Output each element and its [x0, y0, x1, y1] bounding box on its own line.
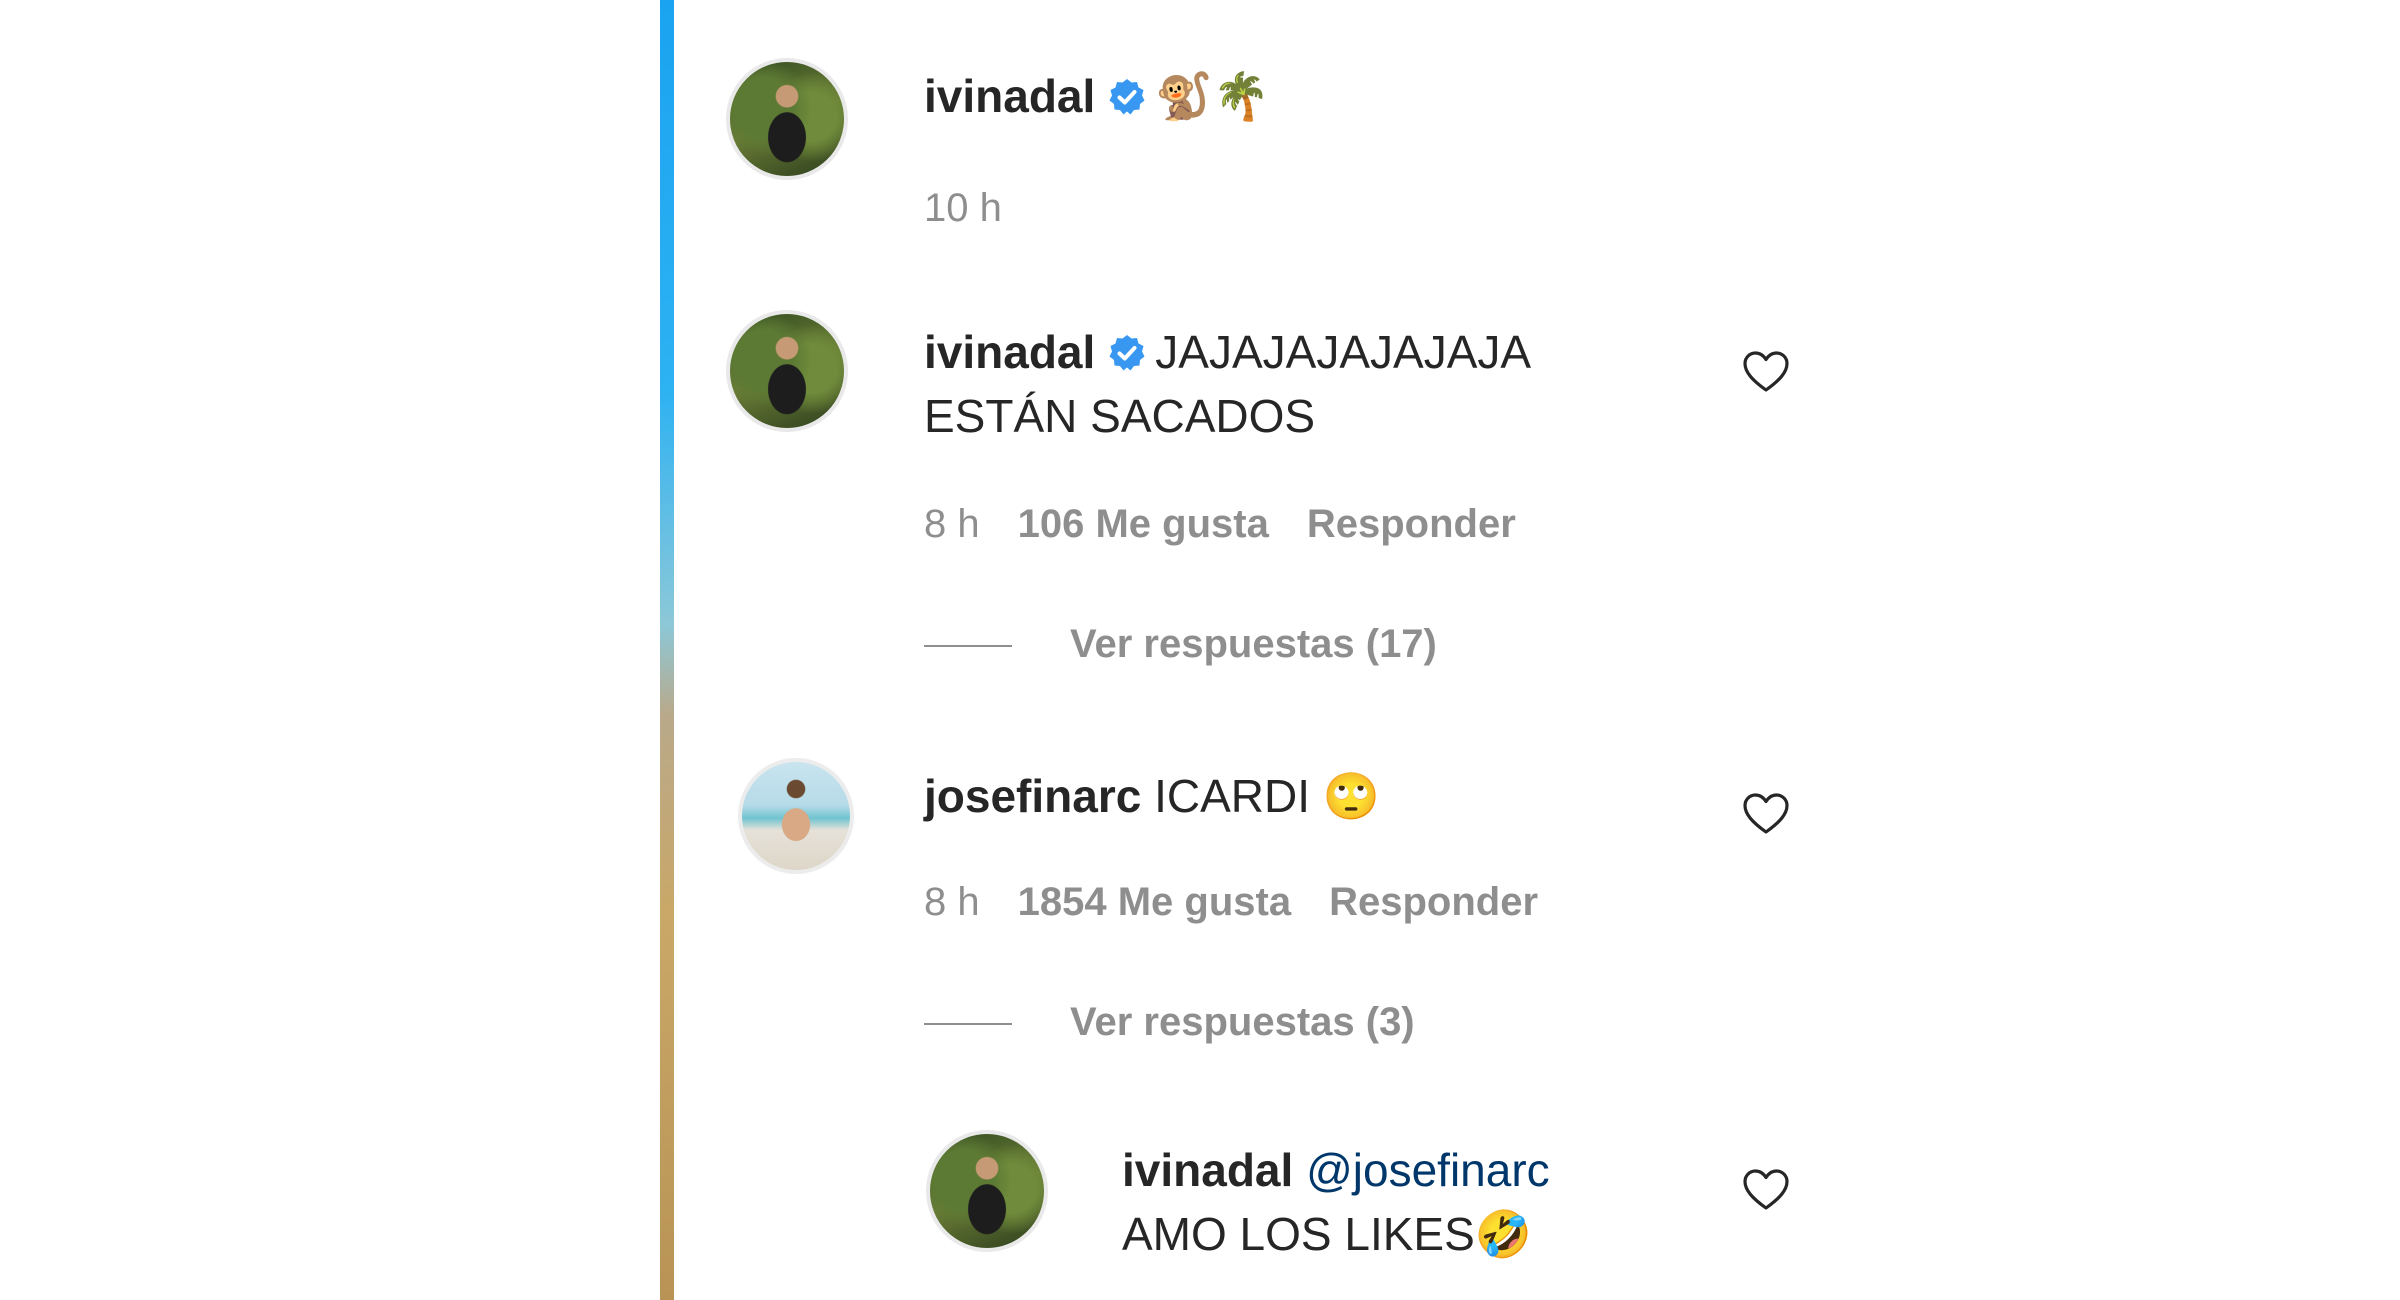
- eye-roll-emoji: 🙄: [1322, 769, 1381, 823]
- comment-text-continued: ESTÁN SACADOS: [924, 390, 1316, 442]
- comment-text: ICARDI: [1154, 770, 1310, 822]
- view-replies-button[interactable]: Ver respuestas (3): [924, 1000, 1415, 1045]
- reply-button[interactable]: Responder: [1307, 502, 1516, 546]
- comment-body: ivinadal JAJAJAJAJAJAJA ESTÁN SACADOS: [924, 320, 1531, 448]
- view-replies-button[interactable]: Ver respuestas (17): [924, 622, 1437, 667]
- comment-body: ivinadal @josefinarc AMO LOS LIKES🤣: [1122, 1138, 1550, 1266]
- view-replies-label: Ver respuestas (17): [1070, 622, 1437, 666]
- comment-body: josefinarc ICARDI 🙄: [924, 764, 1380, 828]
- verified-badge-icon: [1109, 79, 1145, 115]
- username-link[interactable]: ivinadal: [924, 326, 1095, 378]
- username-link[interactable]: ivinadal: [1122, 1144, 1293, 1196]
- timestamp: 10 h: [924, 186, 1002, 230]
- comment-meta: 10 h: [924, 186, 1040, 231]
- replies-divider: [924, 1023, 1012, 1026]
- username-link[interactable]: ivinadal: [924, 70, 1095, 122]
- comment-text: AMO LOS LIKES: [1122, 1208, 1475, 1260]
- post-image-edge: [660, 0, 674, 1300]
- view-replies-label: Ver respuestas (3): [1070, 1000, 1415, 1044]
- timestamp: 8 h: [924, 880, 980, 924]
- reply-button[interactable]: Responder: [1329, 880, 1538, 924]
- avatar[interactable]: [726, 310, 848, 432]
- username-link[interactable]: josefinarc: [924, 770, 1141, 822]
- timestamp: 8 h: [924, 502, 980, 546]
- laughing-emoji: 🤣: [1474, 1207, 1533, 1261]
- heart-outline-icon[interactable]: [1742, 1168, 1790, 1212]
- likes-count[interactable]: 1854 Me gusta: [1018, 880, 1291, 924]
- comment-text: JAJAJAJAJAJAJA: [1155, 326, 1532, 378]
- mention-link[interactable]: @josefinarc: [1306, 1144, 1550, 1196]
- replies-divider: [924, 645, 1012, 648]
- comment-body: ivinadal 🐒🌴: [924, 64, 1270, 128]
- heart-outline-icon[interactable]: [1742, 350, 1790, 394]
- comment-meta: 8 h 106 Me gusta Responder: [924, 502, 1554, 547]
- comment-meta: 8 h 1854 Me gusta Responder: [924, 880, 1576, 925]
- likes-count[interactable]: 106 Me gusta: [1018, 502, 1269, 546]
- avatar[interactable]: [738, 758, 854, 874]
- comment-text: 🐒🌴: [1155, 69, 1270, 123]
- verified-badge-icon: [1109, 335, 1145, 371]
- avatar[interactable]: [926, 1130, 1048, 1252]
- avatar[interactable]: [726, 58, 848, 180]
- heart-outline-icon[interactable]: [1742, 792, 1790, 836]
